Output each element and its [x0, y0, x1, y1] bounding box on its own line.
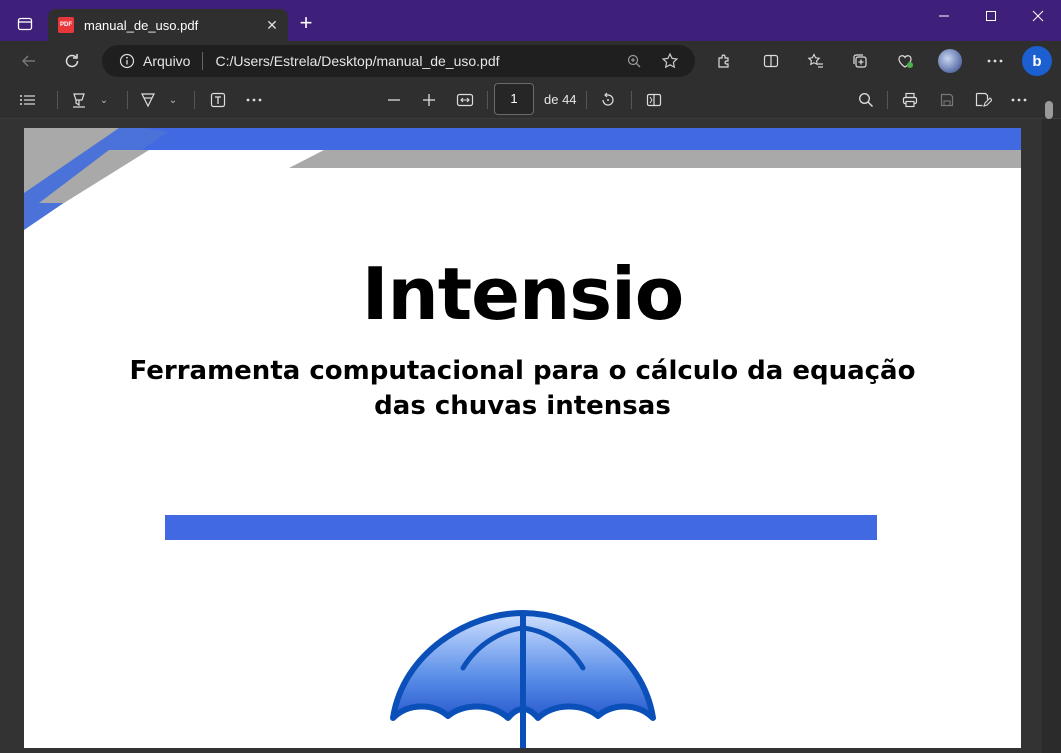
extensions-icon[interactable]	[710, 47, 738, 75]
toolbar-divider	[57, 91, 58, 109]
subtitle-line-2: das chuvas intensas	[374, 391, 671, 421]
close-tab-icon[interactable]: ✕	[262, 15, 282, 35]
draw-button[interactable]: ⌄	[134, 86, 182, 114]
split-screen-icon[interactable]	[757, 47, 785, 75]
page-view-icon[interactable]	[640, 86, 668, 114]
scrollbar-thumb[interactable]	[1045, 101, 1053, 119]
highlight-button[interactable]: ⌄	[64, 86, 114, 114]
maximize-icon[interactable]	[968, 0, 1014, 32]
zoom-in-icon[interactable]	[415, 86, 443, 114]
bing-copilot-icon[interactable]: b	[1022, 46, 1052, 76]
refresh-icon[interactable]	[58, 47, 86, 75]
omnibox-divider	[202, 52, 204, 70]
vertical-scrollbar[interactable]	[1042, 119, 1061, 753]
favorites-icon[interactable]	[802, 47, 830, 75]
page-header-decoration	[24, 128, 1021, 230]
toolbar-divider	[586, 91, 587, 109]
collections-icon[interactable]	[846, 47, 874, 75]
pdf-page: Intensio Ferramenta computacional para o…	[24, 128, 1021, 748]
toolbar-divider	[127, 91, 128, 109]
pdf-toolbar: ⌄ ⌄ 1 de 44	[0, 81, 1061, 119]
more-tools-icon[interactable]	[240, 86, 268, 114]
profile-avatar[interactable]	[938, 49, 962, 73]
info-icon[interactable]	[118, 52, 136, 70]
omnibox[interactable]: Arquivo C:/Users/Estrela/Desktop/manual_…	[102, 45, 695, 77]
blue-divider-bar	[165, 515, 877, 540]
settings-more-icon[interactable]	[981, 47, 1009, 75]
back-icon[interactable]	[15, 47, 43, 75]
document-subtitle: Ferramenta computacional para o cálculo …	[24, 354, 1021, 424]
page-number-input[interactable]: 1	[494, 83, 534, 115]
zoom-out-icon[interactable]	[380, 86, 408, 114]
active-tab[interactable]: PDF manual_de_uso.pdf ✕	[48, 9, 288, 41]
url-text[interactable]: C:/Users/Estrela/Desktop/manual_de_uso.p…	[215, 53, 623, 69]
pdf-more-options-icon[interactable]	[1005, 86, 1033, 114]
fit-to-width-icon[interactable]	[451, 86, 479, 114]
document-title: Intensio	[361, 252, 685, 336]
page-total-label: de 44	[544, 92, 577, 107]
rotate-icon[interactable]	[594, 86, 622, 114]
tab-title: manual_de_uso.pdf	[84, 17, 199, 33]
toolbar-divider	[631, 91, 632, 109]
contents-icon[interactable]	[14, 86, 42, 114]
close-window-icon[interactable]	[1015, 0, 1061, 32]
scheme-label: Arquivo	[143, 53, 191, 69]
chevron-down-icon[interactable]: ⌄	[169, 95, 177, 106]
tab-actions-icon[interactable]	[8, 9, 42, 39]
save-icon[interactable]	[933, 86, 961, 114]
chevron-down-icon[interactable]: ⌄	[100, 95, 108, 106]
umbrella-icon	[390, 610, 656, 748]
toolbar-divider	[887, 91, 888, 109]
minimize-icon[interactable]	[921, 0, 967, 32]
new-tab-icon[interactable]: +	[294, 12, 318, 36]
browser-essentials-icon[interactable]	[891, 47, 919, 75]
save-as-icon[interactable]	[969, 86, 997, 114]
favorite-star-icon[interactable]	[659, 50, 681, 72]
toolbar-divider	[194, 91, 195, 109]
pdf-file-icon: PDF	[58, 17, 74, 33]
find-icon[interactable]	[852, 86, 880, 114]
add-text-icon[interactable]	[204, 86, 232, 114]
zoom-icon[interactable]	[623, 50, 645, 72]
toolbar-divider	[487, 91, 488, 109]
print-icon[interactable]	[896, 86, 924, 114]
title-bar: PDF manual_de_uso.pdf ✕ +	[0, 0, 1061, 41]
address-bar: Arquivo C:/Users/Estrela/Desktop/manual_…	[0, 41, 1061, 81]
subtitle-line-1: Ferramenta computacional para o cálculo …	[129, 356, 916, 386]
